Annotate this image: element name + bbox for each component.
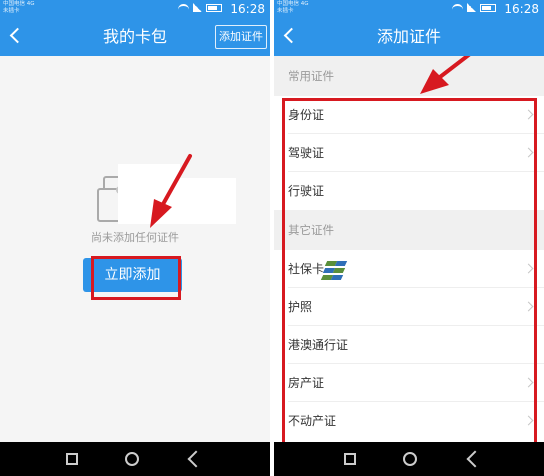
list-item-label: 行驶证 bbox=[288, 184, 325, 198]
list-item-hk-macau-pass[interactable]: 港澳通行证 bbox=[274, 326, 544, 364]
battery-icon bbox=[206, 3, 222, 12]
back-triangle-icon[interactable] bbox=[187, 450, 205, 468]
annotation-arrow-icon bbox=[150, 154, 192, 228]
list-item-label: 身份证 bbox=[288, 108, 325, 122]
add-now-button[interactable]: 立即添加 bbox=[83, 258, 182, 292]
back-triangle-icon[interactable] bbox=[466, 450, 484, 468]
list-item-label: 护照 bbox=[288, 300, 313, 314]
certificate-list: 常用证件 身份证 驾驶证 行驶证 其它证件 社保卡 护照 港澳通行证 房产证 不… bbox=[274, 56, 544, 442]
battery-icon bbox=[480, 3, 496, 12]
list-item-label: 社保卡 bbox=[288, 262, 325, 276]
status-time: 16:28 bbox=[504, 2, 539, 16]
carrier-text: 中国电信 4G 未插卡 bbox=[3, 1, 35, 14]
list-item-driver-license[interactable]: 驾驶证 bbox=[274, 134, 544, 172]
signal-icon bbox=[467, 3, 476, 12]
list-item-label: 港澳通行证 bbox=[288, 338, 349, 352]
list-item-id-card[interactable]: 身份证 bbox=[274, 96, 544, 134]
empty-state-text: 尚未添加任何证件 bbox=[91, 231, 179, 244]
nav-bar: 添加证件 bbox=[274, 18, 544, 56]
list-item-label: 房产证 bbox=[288, 376, 325, 390]
status-bar: 中国电信 4G 未插卡 16:28 bbox=[274, 0, 544, 18]
list-item-property-certificate[interactable]: 房产证 bbox=[274, 364, 544, 402]
signal-icon bbox=[193, 3, 202, 12]
empty-content: 尚未添加任何证件 立即添加 bbox=[0, 56, 270, 442]
image-artifact bbox=[180, 178, 236, 224]
system-nav-bar bbox=[274, 442, 544, 476]
wifi-icon bbox=[452, 3, 463, 12]
my-card-wallet-screen: 中国电信 4G 未插卡 16:28 我的卡包 添加证件 尚未添加任何证件 立即添… bbox=[0, 0, 270, 476]
carrier-text: 中国电信 4G 未插卡 bbox=[277, 1, 309, 14]
chevron-right-icon bbox=[523, 147, 534, 158]
home-icon[interactable] bbox=[403, 452, 417, 466]
chevron-right-icon bbox=[523, 415, 534, 426]
list-item-label: 驾驶证 bbox=[288, 146, 325, 160]
section-header-common: 常用证件 bbox=[274, 56, 544, 96]
home-icon[interactable] bbox=[125, 452, 139, 466]
watermark-logo-icon bbox=[320, 259, 352, 285]
list-item-real-estate-certificate[interactable]: 不动产证 bbox=[274, 402, 544, 440]
add-certificate-screen: 中国电信 4G 未插卡 16:28 添加证件 常用证件 身份证 驾驶证 行驶证 … bbox=[274, 0, 544, 476]
add-certificate-button[interactable]: 添加证件 bbox=[215, 25, 267, 49]
status-time: 16:28 bbox=[230, 2, 265, 16]
recent-apps-icon[interactable] bbox=[344, 453, 356, 465]
image-artifact bbox=[118, 164, 180, 224]
wifi-icon bbox=[178, 3, 189, 12]
chevron-right-icon bbox=[523, 301, 534, 312]
recent-apps-icon[interactable] bbox=[66, 453, 78, 465]
system-nav-bar bbox=[0, 442, 270, 476]
chevron-right-icon bbox=[523, 109, 534, 120]
status-bar: 中国电信 4G 未插卡 16:28 bbox=[0, 0, 270, 18]
section-header-other: 其它证件 bbox=[274, 210, 544, 250]
list-item-vehicle-license[interactable]: 行驶证 bbox=[274, 172, 544, 210]
chevron-right-icon bbox=[523, 377, 534, 388]
list-item-passport[interactable]: 护照 bbox=[274, 288, 544, 326]
list-item-social-security-card[interactable]: 社保卡 bbox=[274, 250, 544, 288]
chevron-right-icon bbox=[523, 263, 534, 274]
page-title: 添加证件 bbox=[376, 27, 441, 46]
list-item-label: 不动产证 bbox=[288, 414, 337, 428]
nav-bar: 我的卡包 添加证件 bbox=[0, 18, 270, 56]
